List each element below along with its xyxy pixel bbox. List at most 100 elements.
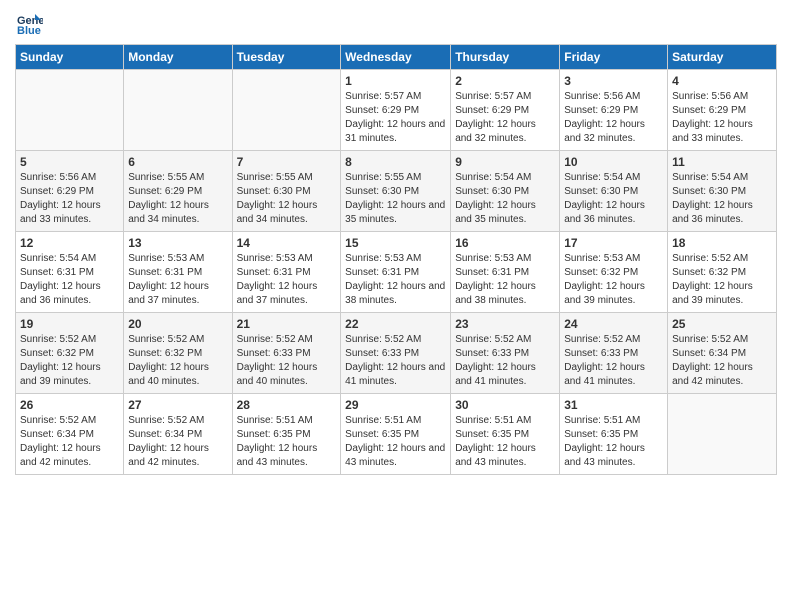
calendar-cell: 11Sunrise: 5:54 AM Sunset: 6:30 PM Dayli… <box>668 151 777 232</box>
day-number: 15 <box>345 236 446 250</box>
day-info: Sunrise: 5:54 AM Sunset: 6:31 PM Dayligh… <box>20 252 119 308</box>
day-number: 21 <box>237 317 337 331</box>
day-info: Sunrise: 5:52 AM Sunset: 6:34 PM Dayligh… <box>672 333 772 389</box>
day-number: 12 <box>20 236 119 250</box>
day-number: 22 <box>345 317 446 331</box>
calendar-cell: 12 Sunrise: 5:54 AM Sunset: 6:31 PM Dayli… <box>16 232 124 313</box>
day-number: 8 <box>345 155 446 169</box>
weekday-header-saturday: Saturday <box>668 45 777 70</box>
day-info: Sunrise: 5:51 AM Sunset: 6:35 PM Dayligh… <box>237 414 337 470</box>
day-number: 25 <box>672 317 772 331</box>
calendar-cell: 14Sunrise: 5:53 AM Sunset: 6:31 PM Dayli… <box>232 232 341 313</box>
day-info: Sunrise: 5:53 AM Sunset: 6:32 PM Dayligh… <box>564 252 663 308</box>
day-number: 18 <box>672 236 772 250</box>
calendar-week-row: 5 Sunrise: 5:56 AM Sunset: 6:29 PM Daylig… <box>16 151 777 232</box>
weekday-header-row: SundayMondayTuesdayWednesdayThursdayFrid… <box>16 45 777 70</box>
calendar-cell <box>16 70 124 151</box>
calendar-cell: 10 Sunrise: 5:54 AM Sunset: 6:30 PM Dayli… <box>560 151 668 232</box>
day-info: Sunrise: 5:56 AM Sunset: 6:29 PM Dayligh… <box>564 90 663 146</box>
calendar-cell: 18 Sunrise: 5:52 AM Sunset: 6:32 PM Dayli… <box>668 232 777 313</box>
calendar-cell: 19Sunrise: 5:52 AM Sunset: 6:32 PM Dayli… <box>16 313 124 394</box>
calendar-cell: 8 Sunrise: 5:55 AM Sunset: 6:30 PM Daylig… <box>341 151 451 232</box>
day-number: 5 <box>20 155 119 169</box>
day-info: Sunrise: 5:55 AM Sunset: 6:30 PM Dayligh… <box>237 171 337 227</box>
day-info: Sunrise: 5:52 AM Sunset: 6:33 PM Dayligh… <box>455 333 555 389</box>
day-info: Sunrise: 5:51 AM Sunset: 6:35 PM Dayligh… <box>564 414 663 470</box>
logo: General Blue <box>15 10 47 38</box>
day-info: Sunrise: 5:53 AM Sunset: 6:31 PM Dayligh… <box>455 252 555 308</box>
calendar-cell: 22 Sunrise: 5:52 AM Sunset: 6:33 PM Dayli… <box>341 313 451 394</box>
day-info: Sunrise: 5:55 AM Sunset: 6:29 PM Dayligh… <box>128 171 227 227</box>
day-number: 29 <box>345 398 446 412</box>
day-number: 31 <box>564 398 663 412</box>
day-info: Sunrise: 5:52 AM Sunset: 6:32 PM Dayligh… <box>128 333 227 389</box>
calendar-cell: 17 Sunrise: 5:53 AM Sunset: 6:32 PM Dayli… <box>560 232 668 313</box>
calendar-cell: 13 Sunrise: 5:53 AM Sunset: 6:31 PM Dayli… <box>124 232 232 313</box>
weekday-header-friday: Friday <box>560 45 668 70</box>
day-number: 26 <box>20 398 119 412</box>
calendar-cell: 1 Sunrise: 5:57 AM Sunset: 6:29 PM Daylig… <box>341 70 451 151</box>
calendar-cell: 24 Sunrise: 5:52 AM Sunset: 6:33 PM Dayli… <box>560 313 668 394</box>
day-number: 4 <box>672 74 772 88</box>
calendar-cell <box>124 70 232 151</box>
day-info: Sunrise: 5:54 AM Sunset: 6:30 PM Dayligh… <box>455 171 555 227</box>
day-info: Sunrise: 5:52 AM Sunset: 6:33 PM Dayligh… <box>237 333 337 389</box>
svg-text:Blue: Blue <box>17 25 41 37</box>
day-number: 20 <box>128 317 227 331</box>
day-number: 1 <box>345 74 446 88</box>
weekday-header-monday: Monday <box>124 45 232 70</box>
calendar-cell: 6 Sunrise: 5:55 AM Sunset: 6:29 PM Daylig… <box>124 151 232 232</box>
day-info: Sunrise: 5:52 AM Sunset: 6:34 PM Dayligh… <box>20 414 119 470</box>
day-info: Sunrise: 5:52 AM Sunset: 6:32 PM Dayligh… <box>672 252 772 308</box>
day-info: Sunrise: 5:56 AM Sunset: 6:29 PM Dayligh… <box>20 171 119 227</box>
weekday-header-tuesday: Tuesday <box>232 45 341 70</box>
day-info: Sunrise: 5:57 AM Sunset: 6:29 PM Dayligh… <box>345 90 446 146</box>
weekday-header-sunday: Sunday <box>16 45 124 70</box>
day-info: Sunrise: 5:57 AM Sunset: 6:29 PM Dayligh… <box>455 90 555 146</box>
calendar-table: SundayMondayTuesdayWednesdayThursdayFrid… <box>15 44 777 475</box>
day-info: Sunrise: 5:52 AM Sunset: 6:34 PM Dayligh… <box>128 414 227 470</box>
day-number: 17 <box>564 236 663 250</box>
day-number: 2 <box>455 74 555 88</box>
day-info: Sunrise: 5:51 AM Sunset: 6:35 PM Dayligh… <box>345 414 446 470</box>
day-number: 3 <box>564 74 663 88</box>
day-number: 24 <box>564 317 663 331</box>
day-number: 6 <box>128 155 227 169</box>
day-info: Sunrise: 5:52 AM Sunset: 6:32 PM Dayligh… <box>20 333 119 389</box>
calendar-cell: 27Sunrise: 5:52 AM Sunset: 6:34 PM Dayli… <box>124 394 232 475</box>
day-number: 23 <box>455 317 555 331</box>
calendar-cell: 5 Sunrise: 5:56 AM Sunset: 6:29 PM Daylig… <box>16 151 124 232</box>
day-number: 16 <box>455 236 555 250</box>
calendar-cell: 31 Sunrise: 5:51 AM Sunset: 6:35 PM Dayli… <box>560 394 668 475</box>
calendar-cell: 20 Sunrise: 5:52 AM Sunset: 6:32 PM Dayli… <box>124 313 232 394</box>
day-number: 10 <box>564 155 663 169</box>
calendar-cell: 15 Sunrise: 5:53 AM Sunset: 6:31 PM Dayli… <box>341 232 451 313</box>
calendar-cell: 30Sunrise: 5:51 AM Sunset: 6:35 PM Dayli… <box>451 394 560 475</box>
calendar-cell: 23 Sunrise: 5:52 AM Sunset: 6:33 PM Dayli… <box>451 313 560 394</box>
day-number: 9 <box>455 155 555 169</box>
day-info: Sunrise: 5:54 AM Sunset: 6:30 PM Dayligh… <box>564 171 663 227</box>
day-number: 28 <box>237 398 337 412</box>
day-number: 13 <box>128 236 227 250</box>
calendar-week-row: 26 Sunrise: 5:52 AM Sunset: 6:34 PM Dayli… <box>16 394 777 475</box>
calendar-cell: 16 Sunrise: 5:53 AM Sunset: 6:31 PM Dayli… <box>451 232 560 313</box>
logo-icon: General Blue <box>15 10 43 38</box>
weekday-header-wednesday: Wednesday <box>341 45 451 70</box>
calendar-cell: 9 Sunrise: 5:54 AM Sunset: 6:30 PM Daylig… <box>451 151 560 232</box>
day-info: Sunrise: 5:53 AM Sunset: 6:31 PM Dayligh… <box>128 252 227 308</box>
calendar-cell: 21 Sunrise: 5:52 AM Sunset: 6:33 PM Dayli… <box>232 313 341 394</box>
day-info: Sunrise: 5:52 AM Sunset: 6:33 PM Dayligh… <box>345 333 446 389</box>
day-number: 7 <box>237 155 337 169</box>
day-number: 30 <box>455 398 555 412</box>
day-info: Sunrise: 5:55 AM Sunset: 6:30 PM Dayligh… <box>345 171 446 227</box>
calendar-cell: 26 Sunrise: 5:52 AM Sunset: 6:34 PM Dayli… <box>16 394 124 475</box>
calendar-cell: 29 Sunrise: 5:51 AM Sunset: 6:35 PM Dayli… <box>341 394 451 475</box>
day-info: Sunrise: 5:53 AM Sunset: 6:31 PM Dayligh… <box>345 252 446 308</box>
calendar-cell: 25 Sunrise: 5:52 AM Sunset: 6:34 PM Dayli… <box>668 313 777 394</box>
calendar-cell: 7 Sunrise: 5:55 AM Sunset: 6:30 PM Daylig… <box>232 151 341 232</box>
calendar-cell <box>232 70 341 151</box>
day-info: Sunrise: 5:52 AM Sunset: 6:33 PM Dayligh… <box>564 333 663 389</box>
calendar-cell: 4Sunrise: 5:56 AM Sunset: 6:29 PM Daylig… <box>668 70 777 151</box>
calendar-week-row: 12 Sunrise: 5:54 AM Sunset: 6:31 PM Dayli… <box>16 232 777 313</box>
calendar-cell <box>668 394 777 475</box>
